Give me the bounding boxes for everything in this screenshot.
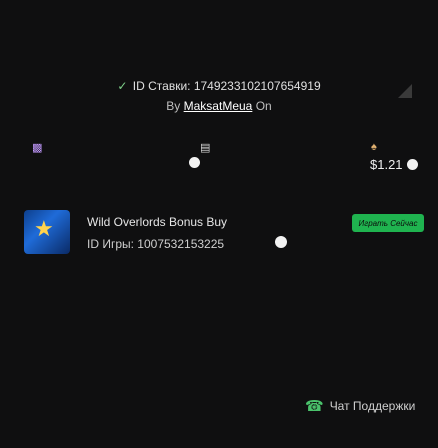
win-text: $1.21 (370, 157, 403, 172)
bet-column: ▤ (200, 140, 214, 154)
play-now-button[interactable]: Играть Сейчас (352, 214, 424, 232)
corner-arrow-icon (398, 84, 412, 98)
by-prefix: By (166, 99, 181, 113)
game-logo-icon: ★ (34, 216, 54, 241)
headset-icon: ☎ (305, 398, 324, 415)
game-title[interactable]: Wild Overlords Bonus Buy (87, 215, 227, 229)
amount-column: ▩ (32, 140, 46, 154)
ticket-icon: ▤ (200, 141, 211, 154)
author-link[interactable]: MaksatMeua (184, 99, 253, 113)
game-thumbnail[interactable]: ★ (24, 210, 70, 254)
currency-coin-icon (189, 157, 200, 168)
win-value: $1.21 (370, 157, 418, 172)
support-chat-button[interactable]: ☎ Чат Поддержки (305, 397, 415, 415)
win-column: ♠ (371, 140, 381, 154)
check-icon: ✓ (117, 79, 128, 93)
currency-coin-icon (406, 159, 418, 170)
author-line: By MaksatMeua On (0, 99, 438, 113)
support-label: Чат Поддержки (329, 399, 416, 413)
trophy-icon: ♠ (371, 141, 377, 153)
date-suffix: On (255, 99, 272, 113)
game-row: ★ Wild Overlords Bonus Buy ID Игры: 1007… (24, 210, 424, 264)
bet-id-line: ✓ ID Ставки: 1749233102107654919 (0, 79, 438, 93)
bet-id-text: ID Ставки: 1749233102107654919 (132, 79, 321, 93)
amount-value (185, 157, 200, 168)
game-id: ID Игры: 1007532153225 (87, 237, 225, 251)
stack-icon: ▩ (32, 141, 43, 154)
currency-coin-icon (275, 236, 287, 248)
